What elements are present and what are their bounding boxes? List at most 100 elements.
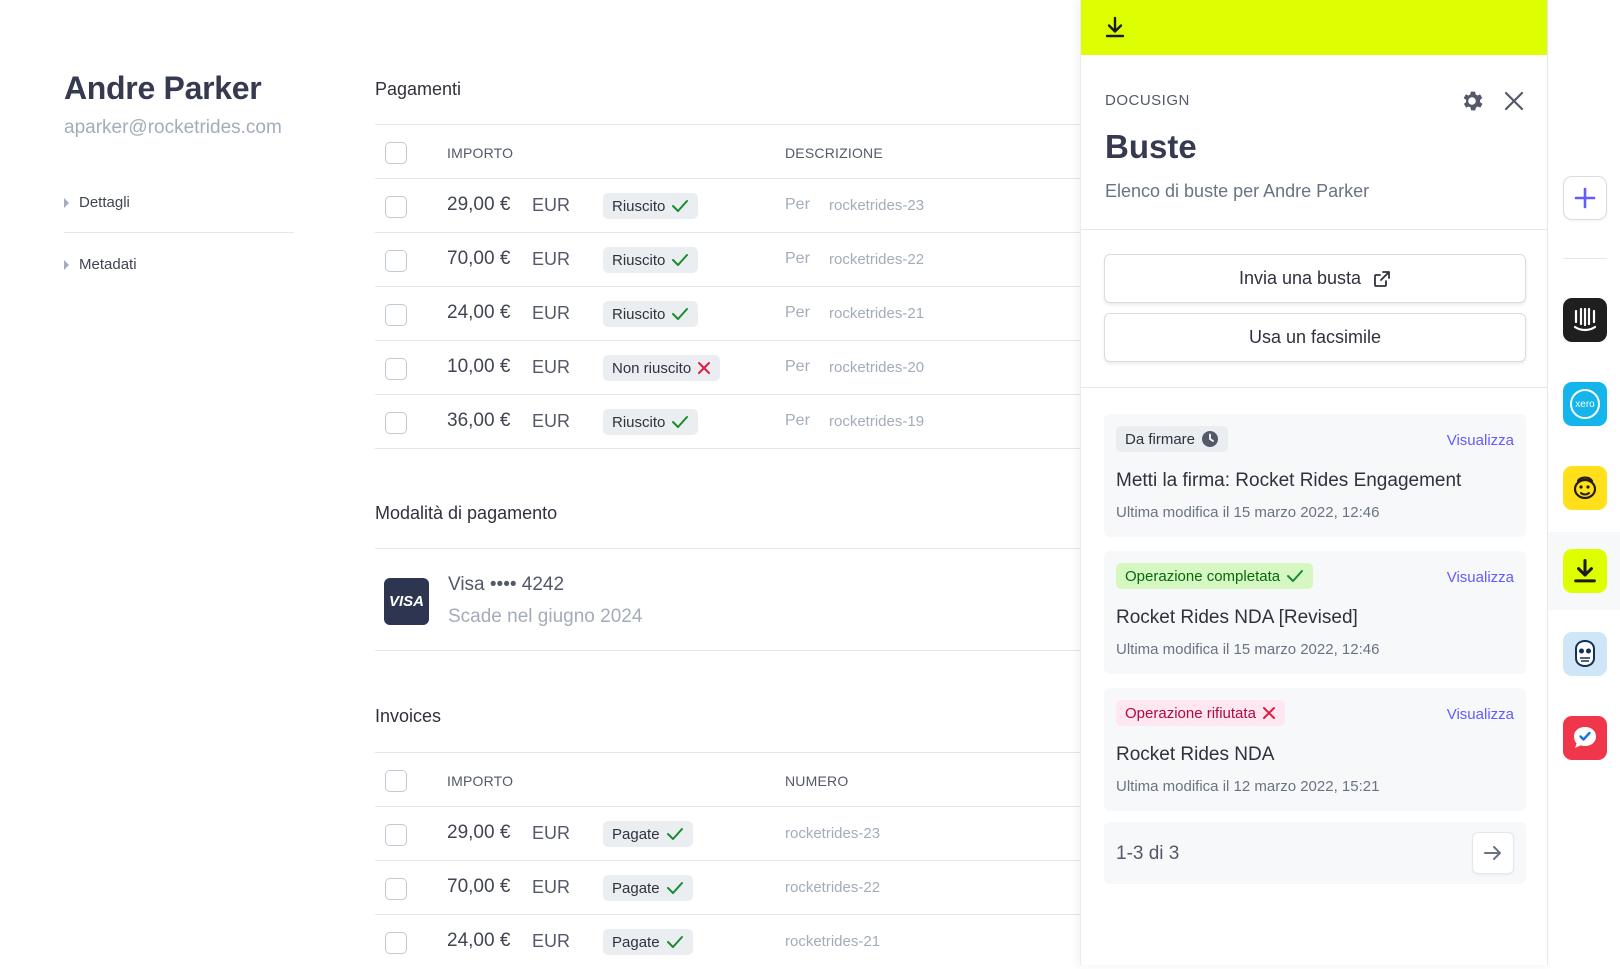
column-header-amount: IMPORTO (447, 773, 514, 789)
envelope-modified: Ultima modifica il 15 marzo 2022, 12:46 (1116, 504, 1380, 521)
sidebar-item-metadati[interactable]: Metadati (64, 256, 137, 273)
status-label: Pagate (612, 825, 660, 843)
payment-methods-title: Modalità di pagamento (375, 503, 558, 523)
pagination: 1-3 di 3 (1104, 822, 1526, 884)
select-all-checkbox[interactable] (385, 142, 407, 164)
invoices-header-row: IMPORTO NUMERO (375, 753, 1080, 807)
description-prefix: Per (785, 358, 810, 375)
hootsuite-owl-icon (1575, 639, 1595, 668)
row-checkbox[interactable] (385, 412, 407, 434)
payments-header-row: IMPORTO DESCRIZIONE (375, 125, 1080, 179)
payment-reference: rocketrides-23 (829, 197, 925, 214)
invoice-row[interactable]: 24,00 € EUR Pagate rocketrides-21 (375, 915, 1080, 969)
envelope-status-label: Operazione rifiutata (1125, 704, 1256, 722)
invoice-row[interactable]: 29,00 € EUR Pagate rocketrides-23 (375, 807, 1080, 861)
status-badge: Pagate (603, 821, 693, 847)
rail-divider (1563, 258, 1607, 259)
status-label: Pagate (612, 933, 660, 951)
payment-row[interactable]: 29,00 € EUR Riuscito Per rocketrides-23 (375, 179, 1080, 233)
payment-reference: rocketrides-19 (829, 413, 925, 430)
payment-row[interactable]: 36,00 € EUR Riuscito Per rocketrides-19 (375, 395, 1080, 449)
row-checkbox[interactable] (385, 358, 407, 380)
select-all-checkbox[interactable] (385, 770, 407, 792)
check-icon (672, 308, 689, 320)
payment-amount: 24,00 € (447, 302, 511, 323)
status-badge: Non riuscito (603, 355, 721, 381)
arrow-right-icon (1484, 846, 1501, 860)
envelope-status-label: Operazione completata (1125, 567, 1281, 585)
divider (1081, 229, 1548, 230)
customer-email: aparker@rocketrides.com (64, 117, 282, 138)
envelope-status-badge: Da firmare (1116, 426, 1229, 452)
next-page-button[interactable] (1472, 832, 1514, 874)
sidebar-item-dettagli[interactable]: Dettagli (64, 194, 130, 211)
app-hootsuite[interactable] (1563, 632, 1607, 676)
download-icon[interactable] (1103, 15, 1127, 39)
invoice-row[interactable]: 70,00 € EUR Pagate rocketrides-22 (375, 861, 1080, 915)
status-label: Riuscito (612, 413, 666, 431)
payment-reference: rocketrides-20 (829, 359, 925, 376)
envelope-card: Da firmare Visualizza Metti la firma: Rock… (1104, 414, 1526, 537)
envelope-title: Metti la firma: Rocket Rides Engagement (1116, 470, 1462, 491)
intercom-icon (1573, 307, 1597, 332)
send-envelope-label: Invia una busta (1238, 268, 1362, 288)
check-icon (1287, 570, 1304, 582)
row-checkbox[interactable] (385, 824, 407, 846)
row-checkbox[interactable] (385, 250, 407, 272)
column-header-description: DESCRIZIONE (785, 145, 883, 161)
view-envelope-link[interactable]: Visualizza (1447, 706, 1514, 723)
app-chat[interactable] (1563, 716, 1607, 760)
row-checkbox[interactable] (385, 878, 407, 900)
close-icon[interactable] (1503, 90, 1525, 112)
envelope-title: Rocket Rides NDA [Revised] (1116, 607, 1358, 628)
app-rail: xero (1547, 0, 1620, 965)
column-header-amount: IMPORTO (447, 145, 514, 161)
view-envelope-link[interactable]: Visualizza (1447, 432, 1514, 449)
payment-reference: rocketrides-21 (829, 305, 925, 322)
envelope-status-badge: Operazione rifiutata (1116, 700, 1285, 726)
payments-title: Pagamenti (375, 79, 462, 99)
use-template-label: Usa un facsimile (1248, 327, 1382, 347)
row-checkbox[interactable] (385, 196, 407, 218)
caret-right-icon (64, 197, 69, 208)
invoice-amount: 24,00 € (447, 930, 511, 951)
plus-icon (1574, 187, 1596, 209)
gear-icon[interactable] (1459, 88, 1485, 114)
visa-card-logo: VISA (384, 578, 429, 625)
app-intercom[interactable] (1563, 298, 1607, 342)
envelope-status-label: Da firmare (1125, 430, 1196, 448)
external-link-icon (1374, 270, 1390, 287)
payment-row[interactable]: 10,00 € EUR Non riuscito Per rocketrides-20 (375, 341, 1080, 395)
chat-check-icon (1574, 727, 1596, 748)
status-label: Pagate (612, 879, 660, 897)
app-mailchimp[interactable] (1563, 466, 1607, 510)
status-label: Riuscito (612, 197, 666, 215)
payment-row[interactable]: 70,00 € EUR Riuscito Per rocketrides-22 (375, 233, 1080, 287)
view-envelope-link[interactable]: Visualizza (1447, 569, 1514, 586)
row-checkbox[interactable] (385, 932, 407, 954)
app-xero[interactable]: xero (1563, 382, 1607, 426)
x-icon (698, 362, 711, 374)
payment-amount: 29,00 € (447, 194, 511, 215)
status-badge: Pagate (603, 929, 693, 955)
check-icon (666, 882, 683, 894)
payment-row[interactable]: 24,00 € EUR Riuscito Per rocketrides-21 (375, 287, 1080, 341)
send-envelope-button[interactable]: Invia una busta (1104, 254, 1526, 303)
card-number: Visa •••• 4242 (448, 574, 565, 595)
status-badge: Pagate (603, 875, 693, 901)
add-app-button[interactable] (1563, 176, 1607, 220)
payment-amount: 10,00 € (447, 356, 511, 377)
card-expiry: Scade nel giugno 2024 (448, 606, 643, 627)
caret-right-icon (64, 259, 69, 270)
check-icon (666, 936, 683, 948)
row-checkbox[interactable] (385, 304, 407, 326)
pagination-label: 1-3 di 3 (1116, 843, 1180, 864)
app-docusign[interactable] (1563, 549, 1607, 593)
description-prefix: Per (785, 250, 810, 267)
invoice-number: rocketrides-23 (785, 825, 881, 842)
check-icon (672, 416, 689, 428)
panel-accent-bar (1081, 0, 1548, 55)
use-template-button[interactable]: Usa un facsimile (1104, 313, 1526, 362)
docusign-panel: DOCUSIGN Buste Elenco di buste per Andre… (1080, 0, 1548, 965)
check-icon (666, 828, 683, 840)
